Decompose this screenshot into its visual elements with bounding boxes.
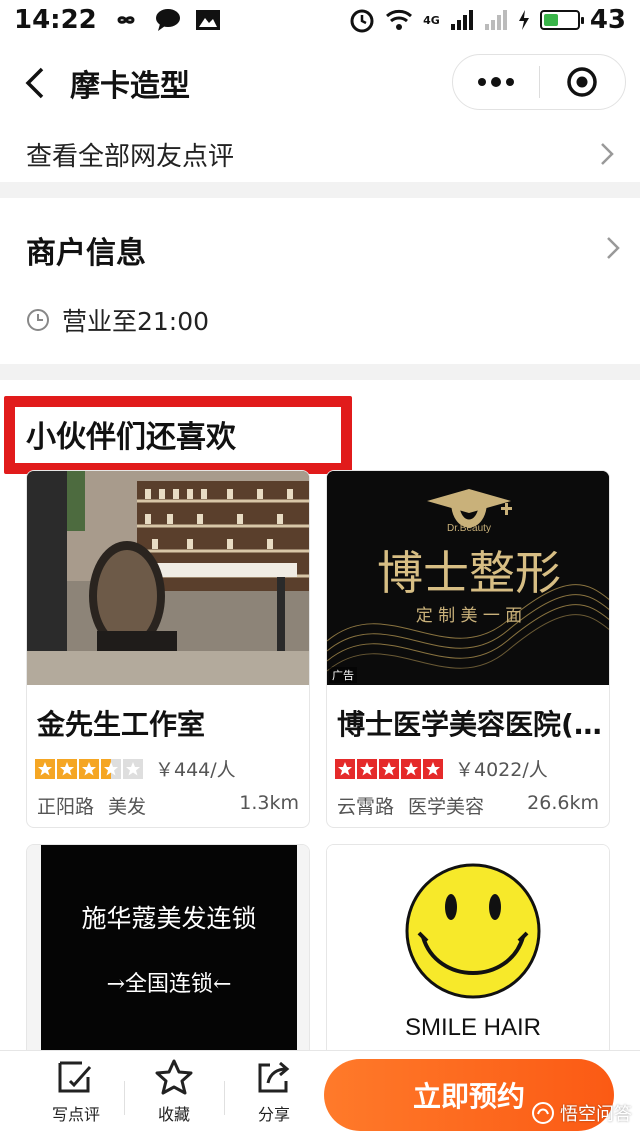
miniprogram-capsule	[452, 54, 626, 110]
shop-name: 金先生工作室	[37, 708, 206, 741]
shihuakou-banner-image: 施华蔻美发连锁 →全国连锁←	[27, 845, 309, 1050]
shop-card[interactable]: Dr.Beauty 博士整形 定 制 美 一 面 广告 博士医学美容医院(...	[326, 470, 610, 828]
rating-star	[123, 758, 143, 779]
wukong-logo-icon	[532, 1102, 554, 1124]
nav-bar: 摩卡造型	[0, 40, 640, 126]
shop-image	[27, 471, 309, 685]
infinity-icon	[117, 16, 135, 24]
share-button[interactable]: 分享	[224, 1059, 324, 1125]
more-dots-icon	[477, 77, 514, 87]
shop-meta: ￥444/人	[35, 755, 309, 782]
shop-location: 正阳路 美发 1.3km	[37, 792, 299, 819]
all-reviews-label: 查看全部网友点评	[26, 141, 235, 172]
rating-star	[379, 758, 399, 779]
charging-icon	[518, 10, 529, 30]
smile-hair-logo-image: SMILE HAIR	[327, 845, 609, 1050]
shop-card[interactable]: 施华蔻美发连锁 →全国连锁←	[26, 844, 310, 1050]
close-miniprogram-button[interactable]	[540, 55, 626, 109]
recommend-section: 小伙伴们还喜欢 金先生工作室 ￥444/人 正阳路 美发 1.3km Dr.Be…	[0, 380, 640, 1050]
target-close-icon	[567, 67, 597, 97]
dr-beauty-ad-image: Dr.Beauty 博士整形 定 制 美 一 面	[327, 471, 609, 685]
rating-stars	[335, 758, 443, 779]
alarm-icon	[350, 9, 374, 33]
book-now-label: 立即预约	[412, 1080, 525, 1113]
shop-name: 博士医学美容医院(...	[337, 708, 605, 741]
merchant-info-heading: 商户信息	[26, 236, 146, 271]
shop-price: ￥4022/人	[455, 759, 548, 781]
recommend-title: 小伙伴们还喜欢	[26, 420, 236, 455]
rating-star	[35, 758, 55, 779]
banner-title: 施华蔻美发连锁	[81, 904, 256, 933]
all-reviews-link[interactable]: 查看全部网友点评	[0, 126, 640, 182]
logo-text: SMILE HAIR	[405, 1014, 541, 1041]
rating-star	[423, 758, 443, 779]
chevron-right-icon	[601, 143, 614, 165]
status-time: 14:22	[14, 5, 97, 35]
rating-star	[79, 758, 99, 779]
more-button[interactable]	[453, 55, 539, 109]
merchant-info-section[interactable]: 商户信息 营业至21:00	[0, 198, 640, 364]
shop-distance: 26.6km	[527, 792, 599, 814]
business-hours: 营业至21:00	[26, 302, 209, 338]
image-icon	[195, 10, 220, 30]
write-review-label: 写点评	[51, 1105, 100, 1124]
salon-interior-photo	[27, 471, 309, 685]
share-label: 分享	[257, 1105, 290, 1124]
write-review-button[interactable]: 写点评	[26, 1059, 126, 1125]
back-button[interactable]	[0, 40, 70, 126]
chevron-right-icon	[607, 237, 620, 259]
shop-location: 云霄路 医学美容 26.6km	[337, 792, 599, 819]
battery-percent: 43	[589, 5, 626, 35]
shop-image: SMILE HAIR	[327, 845, 609, 1050]
shop-card[interactable]: SMILE HAIR	[326, 844, 610, 1050]
signal-icon	[450, 10, 473, 30]
ad-title: 博士整形	[377, 546, 561, 600]
banner-subtitle: →全国连锁←	[107, 972, 232, 997]
clock-icon	[27, 309, 49, 331]
rating-star	[101, 758, 121, 779]
star-outline-icon	[155, 1059, 193, 1095]
favorite-label: 收藏	[157, 1105, 190, 1124]
share-icon	[258, 1061, 290, 1093]
shop-area: 云霄路	[337, 796, 395, 818]
back-arrow-icon	[25, 67, 44, 99]
shop-distance: 1.3km	[239, 792, 299, 814]
edit-icon	[58, 1061, 92, 1093]
wifi-icon	[386, 9, 413, 30]
shop-area: 正阳路	[37, 796, 95, 818]
shop-category: 医学美容	[408, 796, 485, 818]
rating-star	[57, 758, 77, 779]
network-type-label: 4G	[423, 13, 440, 27]
ad-tag: 广告	[329, 667, 357, 683]
status-bar: 14:22 4G 43	[0, 0, 640, 40]
brand-label: Dr.Beauty	[447, 523, 491, 534]
shop-category: 美发	[108, 796, 147, 818]
signal-weak-icon	[484, 10, 507, 30]
shop-card[interactable]: 金先生工作室 ￥444/人 正阳路 美发 1.3km	[26, 470, 310, 828]
chat-bubble-icon	[155, 9, 180, 31]
ad-subtitle: 定 制 美 一 面	[416, 606, 523, 626]
rating-star	[401, 758, 421, 779]
battery-icon	[539, 10, 584, 30]
rating-star	[357, 758, 377, 779]
watermark: 悟空问答	[532, 1100, 632, 1126]
shop-price: ￥444/人	[155, 759, 236, 781]
page-title: 摩卡造型	[70, 69, 190, 104]
business-hours-text: 营业至21:00	[62, 307, 210, 336]
shop-meta: ￥4022/人	[335, 755, 609, 782]
favorite-button[interactable]: 收藏	[124, 1059, 224, 1125]
watermark-text: 悟空问答	[560, 1104, 632, 1125]
rating-stars	[35, 758, 143, 779]
rating-star	[335, 758, 355, 779]
shop-image: 施华蔻美发连锁 →全国连锁←	[27, 845, 309, 1050]
shop-image: Dr.Beauty 博士整形 定 制 美 一 面 广告	[327, 471, 609, 685]
